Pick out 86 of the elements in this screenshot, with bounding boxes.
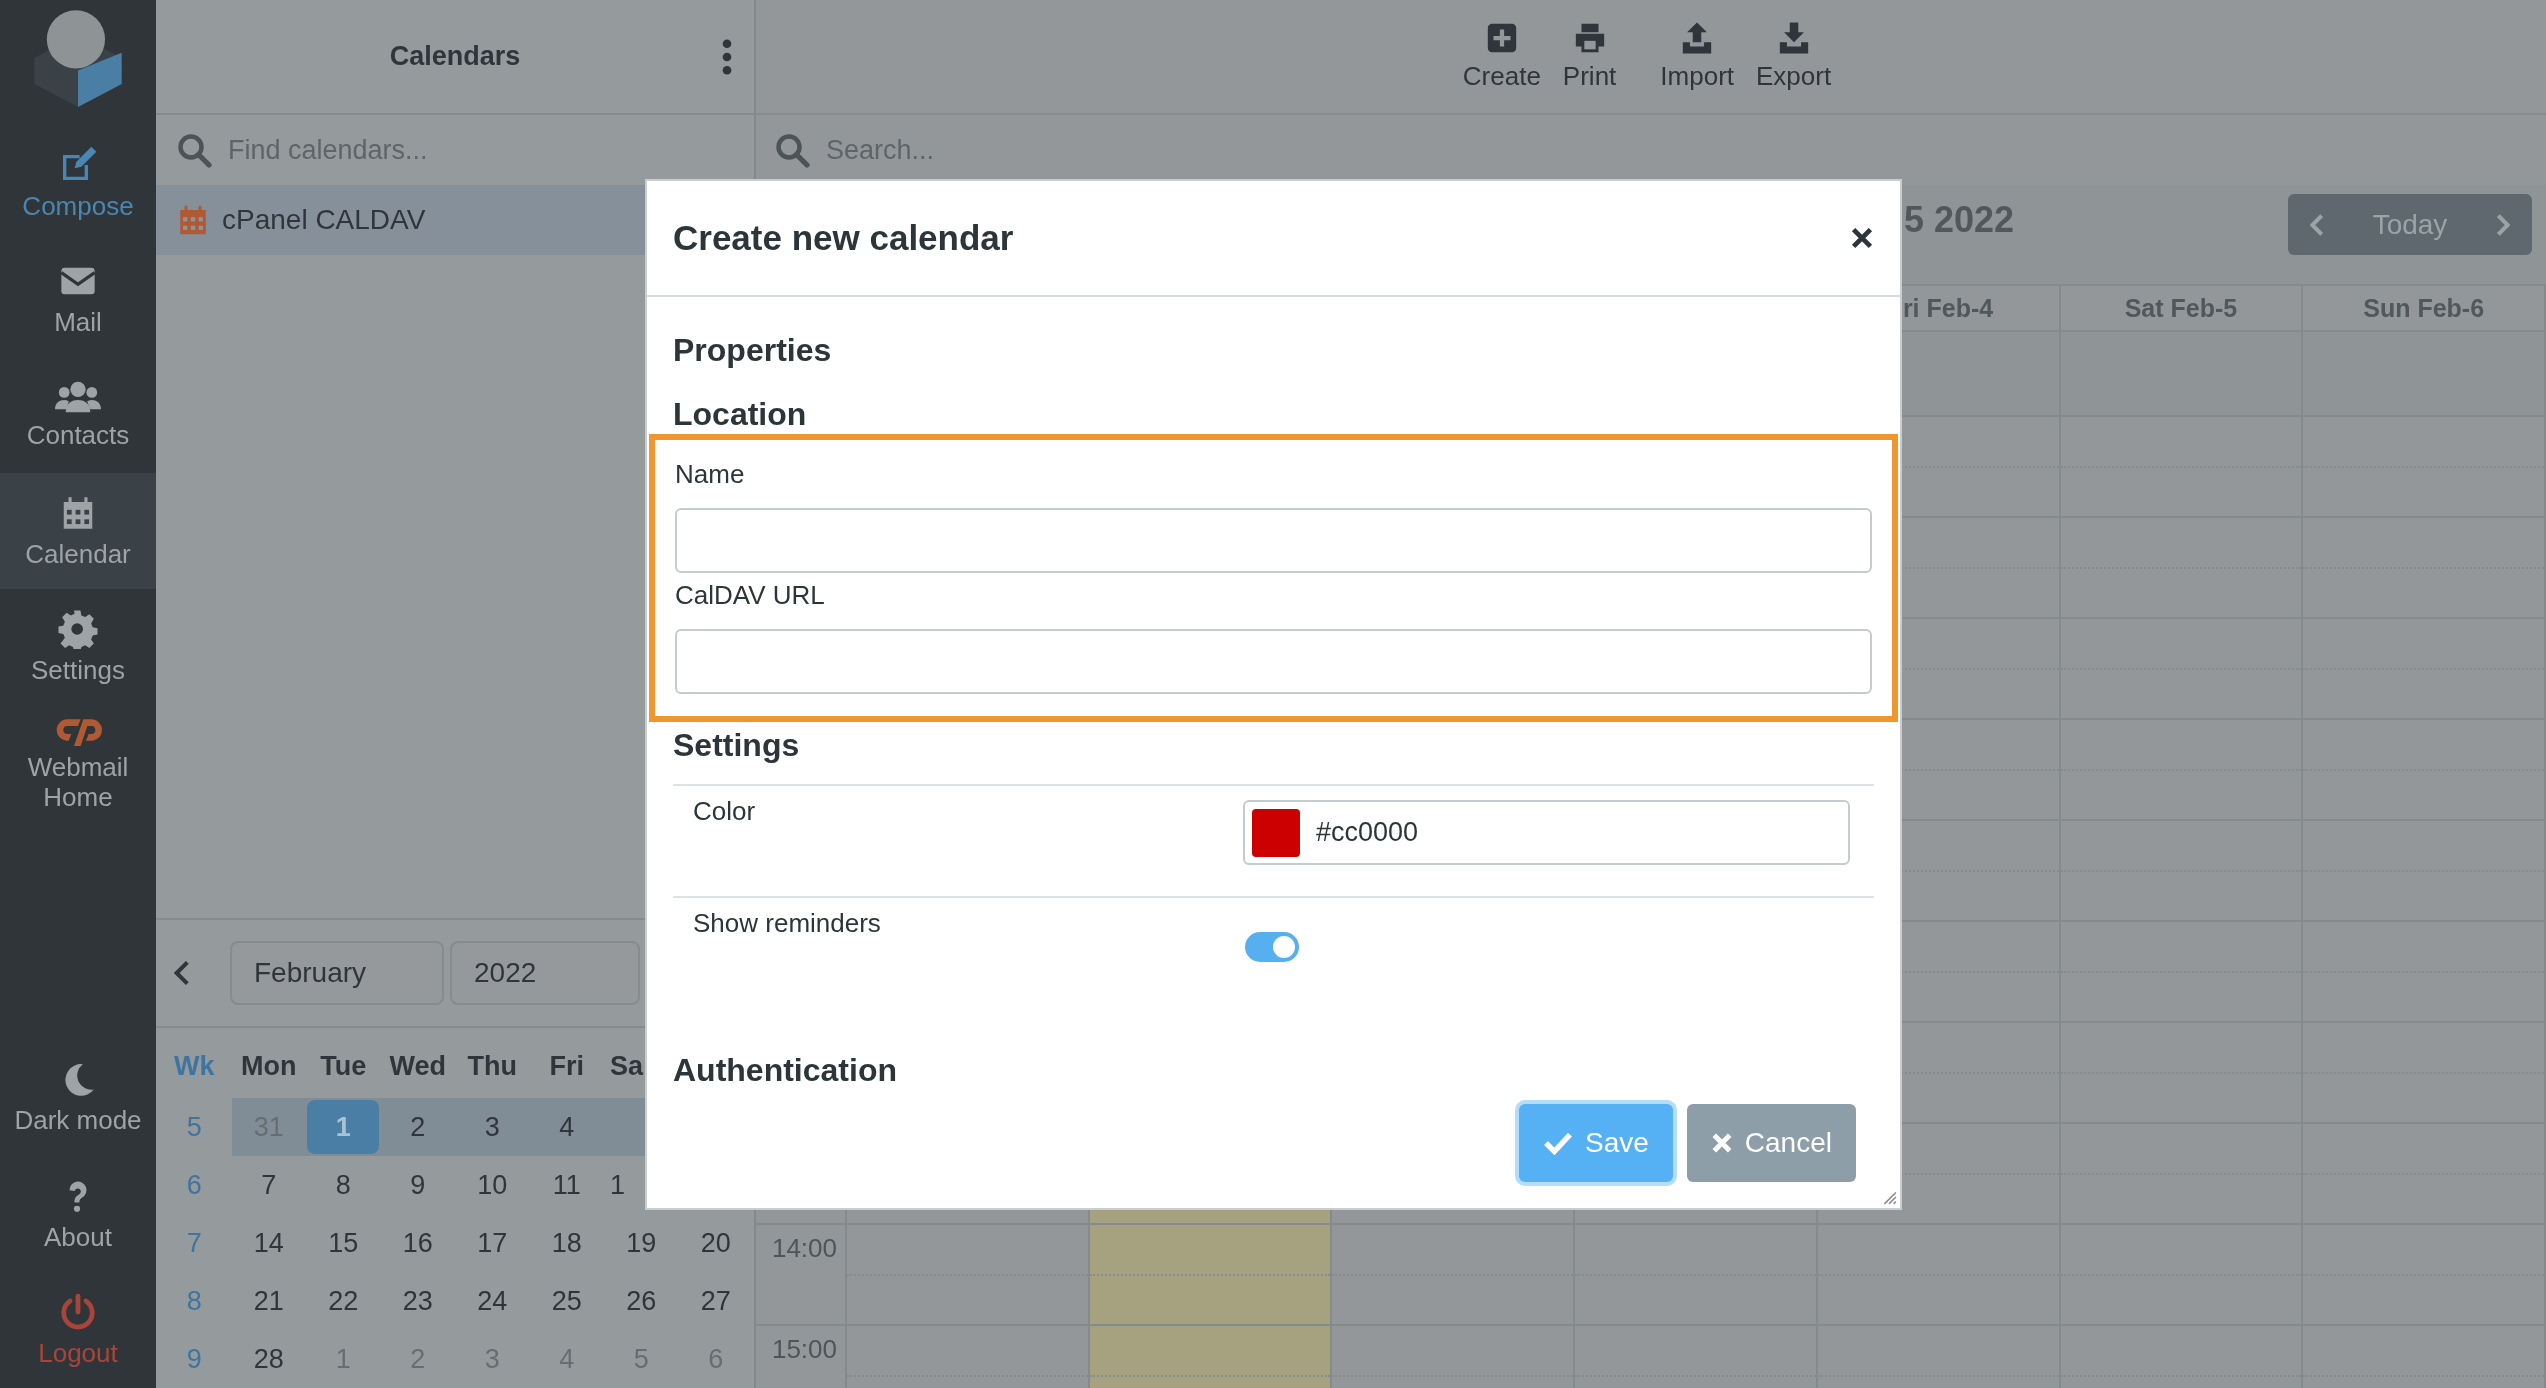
day-header: Sat Feb-5: [2123, 294, 2239, 323]
nav-item[interactable]: Mail: [0, 241, 156, 357]
weekday-header: Thu: [467, 1050, 517, 1082]
day-cell[interactable]: 3: [456, 1100, 529, 1154]
weekday-header: Tue: [320, 1050, 367, 1082]
resize-handle-icon[interactable]: [1881, 1189, 1897, 1205]
section-heading: Authentication: [673, 1051, 898, 1090]
year-select[interactable]: 2022: [450, 941, 640, 1005]
gear-icon: [58, 609, 98, 649]
day-cell[interactable]: 7: [232, 1158, 305, 1212]
toggle-switch[interactable]: [1245, 932, 1299, 962]
field-label: CalDAV URL: [675, 579, 826, 612]
nav-item[interactable]: Compose: [0, 125, 156, 241]
color-swatch[interactable]: [1252, 808, 1300, 857]
field-label: Name: [675, 458, 746, 491]
day-cell[interactable]: 23: [381, 1274, 454, 1328]
week-number: 9: [186, 1343, 202, 1375]
day-cell[interactable]: 9: [381, 1158, 454, 1212]
date-range-title: 5 2022: [1904, 198, 2015, 241]
toolbar-button[interactable]: Import: [1654, 21, 1740, 92]
week-number: 6: [186, 1169, 202, 1201]
month-select[interactable]: February: [230, 941, 444, 1005]
toolbar-button[interactable]: Print: [1556, 21, 1623, 92]
setting-label: Show reminders: [692, 907, 882, 940]
next-icon[interactable]: [2496, 212, 2510, 237]
day-cell[interactable]: 11: [530, 1158, 603, 1212]
day-cell[interactable]: 17: [456, 1216, 529, 1270]
day-cell[interactable]: 10: [456, 1158, 529, 1212]
dialog-button[interactable]: Cancel: [1686, 1104, 1856, 1182]
day-cell[interactable]: 27: [679, 1274, 752, 1328]
nav-item[interactable]: Webmail Home: [0, 705, 156, 821]
day-cell[interactable]: 4: [530, 1100, 603, 1154]
previous-icon[interactable]: [2310, 212, 2324, 237]
time-label: 14:00: [771, 1233, 837, 1264]
day-cell[interactable]: 28: [232, 1332, 305, 1386]
weekday-header: Mon: [241, 1050, 297, 1082]
weekday-header: Wk: [174, 1050, 215, 1082]
day-cell[interactable]: 2: [381, 1100, 454, 1154]
search-icon: [176, 132, 212, 168]
setting-label: Color: [692, 795, 757, 828]
nav-item[interactable]: Contacts: [0, 357, 156, 473]
nav-item[interactable]: Calendar: [0, 473, 156, 589]
week-number: 5: [186, 1111, 202, 1143]
nav-item[interactable]: Dark mode: [0, 1040, 156, 1156]
today-button[interactable]: Today: [2372, 208, 2448, 241]
day-cell[interactable]: 8: [307, 1158, 380, 1212]
week-number: 8: [186, 1285, 202, 1317]
panel-title: Calendars: [389, 41, 521, 72]
input-field[interactable]: [675, 508, 1872, 573]
day-cell[interactable]: 18: [530, 1216, 603, 1270]
more-options-icon[interactable]: [722, 39, 732, 75]
input-field[interactable]: [675, 629, 1872, 694]
day-cell[interactable]: 16: [381, 1216, 454, 1270]
check-icon: [1543, 1131, 1573, 1155]
day-cell[interactable]: 21: [232, 1274, 305, 1328]
time-label: 15:00: [771, 1334, 837, 1365]
nav-item[interactable]: About: [0, 1156, 156, 1272]
day-cell[interactable]: 26: [605, 1274, 678, 1328]
day-cell[interactable]: 22: [307, 1274, 380, 1328]
section-heading: Location: [673, 395, 808, 434]
day-cell[interactable]: 15: [307, 1216, 380, 1270]
weekday-header: Fri: [549, 1050, 584, 1082]
day-header: Sun Feb-6: [2362, 294, 2486, 323]
nav-item[interactable]: Settings: [0, 589, 156, 705]
previous-month-icon[interactable]: [174, 959, 190, 987]
toolbar-button[interactable]: Create: [1456, 21, 1547, 92]
section-heading: Properties: [673, 331, 833, 370]
day-cell[interactable]: 24: [456, 1274, 529, 1328]
day-cell[interactable]: 1: [610, 1158, 626, 1212]
power-icon: [59, 1292, 97, 1332]
search-icon: [774, 132, 810, 168]
day-cell[interactable]: 20: [679, 1216, 752, 1270]
close-icon[interactable]: [1850, 226, 1874, 250]
day-cell[interactable]: 19: [605, 1216, 678, 1270]
section-heading: Settings: [673, 726, 801, 765]
close-icon: [1710, 1132, 1733, 1154]
weekday-header: Sa: [610, 1050, 644, 1082]
week-number: 7: [186, 1227, 202, 1259]
day-header: ri Feb-4: [1902, 294, 1995, 323]
toolbar-button[interactable]: Export: [1750, 21, 1838, 92]
people-icon: [55, 380, 101, 414]
color-field[interactable]: #cc0000: [1243, 800, 1850, 865]
weekday-header: Wed: [389, 1050, 446, 1082]
day-cell[interactable]: 1: [307, 1100, 380, 1154]
day-cell[interactable]: 25: [530, 1274, 603, 1328]
day-cell[interactable]: 14: [232, 1216, 305, 1270]
